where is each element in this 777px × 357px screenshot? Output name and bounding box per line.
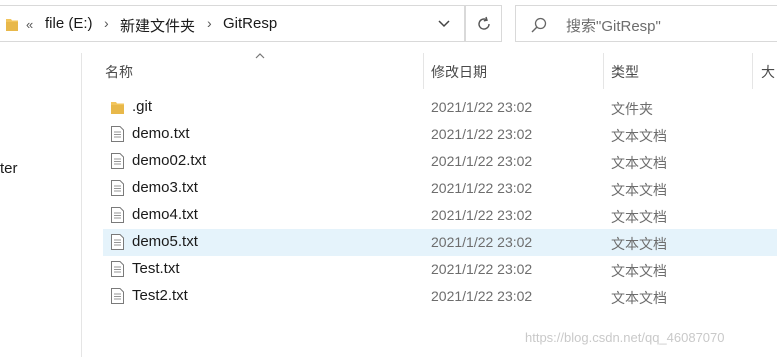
file-date: 2021/1/22 23:02	[431, 261, 533, 277]
file-row[interactable]: Test2.txt 2021/1/22 23:02 文本文档	[103, 283, 777, 310]
file-name: .git	[132, 98, 153, 115]
breadcrumb-new-folder[interactable]: 新建文件夹	[120, 15, 195, 36]
folder-icon	[6, 19, 18, 31]
file-date: 2021/1/22 23:02	[431, 207, 533, 223]
text-file-icon	[111, 288, 124, 304]
file-date: 2021/1/22 23:02	[431, 180, 533, 196]
file-name: Test2.txt	[132, 287, 188, 304]
breadcrumb-current-folder[interactable]: GitResp	[223, 15, 277, 32]
search-placeholder: 搜索"GitResp"	[566, 18, 661, 35]
column-header-size-label: 大	[761, 64, 775, 80]
refresh-button[interactable]	[465, 5, 502, 42]
file-date: 2021/1/22 23:02	[431, 99, 533, 115]
chevron-down-icon[interactable]	[438, 19, 450, 29]
file-name: demo5.txt	[132, 233, 198, 250]
column-header-type-label: 类型	[611, 64, 639, 80]
file-type: 文本文档	[611, 236, 667, 252]
file-row[interactable]: demo3.txt 2021/1/22 23:02 文本文档	[103, 175, 777, 202]
chevron-right-icon[interactable]: ›	[104, 15, 109, 31]
column-header-name-label: 名称	[105, 64, 133, 80]
file-row[interactable]: demo02.txt 2021/1/22 23:02 文本文档	[103, 148, 777, 175]
search-input[interactable]: 搜索"GitResp"	[515, 5, 777, 42]
file-row[interactable]: demo4.txt 2021/1/22 23:02 文本文档	[103, 202, 777, 229]
file-name: Test.txt	[132, 260, 180, 277]
address-bar[interactable]: « file (E:) › 新建文件夹 › GitResp	[0, 5, 465, 42]
file-row[interactable]: Test.txt 2021/1/22 23:02 文本文档	[103, 256, 777, 283]
column-header-name[interactable]: 名称	[103, 53, 423, 89]
file-type: 文件夹	[611, 101, 653, 117]
text-file-icon	[111, 234, 124, 250]
file-row[interactable]: demo.txt 2021/1/22 23:02 文本文档	[103, 121, 777, 148]
column-header-type[interactable]: 类型	[604, 53, 752, 89]
text-file-icon	[111, 180, 124, 196]
file-name: demo.txt	[132, 125, 190, 142]
text-file-icon	[111, 126, 124, 142]
column-header-date-label: 修改日期	[431, 64, 487, 80]
file-date: 2021/1/22 23:02	[431, 288, 533, 304]
breadcrumb-drive[interactable]: file (E:)	[45, 15, 93, 32]
folder-icon	[111, 102, 124, 114]
file-type: 文本文档	[611, 155, 667, 171]
file-type: 文本文档	[611, 209, 667, 225]
file-name: demo4.txt	[132, 206, 198, 223]
chevron-right-icon[interactable]: ›	[207, 15, 212, 31]
navigation-pane[interactable]: ter	[0, 53, 82, 357]
text-file-icon	[111, 261, 124, 277]
column-header-size[interactable]: 大	[753, 53, 777, 89]
file-name: demo3.txt	[132, 179, 198, 196]
refresh-icon	[477, 16, 490, 30]
file-date: 2021/1/22 23:02	[431, 126, 533, 142]
file-date: 2021/1/22 23:02	[431, 153, 533, 169]
text-file-icon	[111, 153, 124, 169]
file-name: demo02.txt	[132, 152, 207, 169]
nav-item-partial[interactable]: ter	[0, 160, 18, 177]
file-date: 2021/1/22 23:02	[431, 234, 533, 250]
breadcrumb-overflow-icon[interactable]: «	[26, 17, 33, 32]
text-file-icon	[111, 207, 124, 223]
file-type: 文本文档	[611, 263, 667, 279]
search-icon	[531, 17, 547, 33]
file-row[interactable]: .git 2021/1/22 23:02 文件夹	[103, 94, 777, 121]
file-type: 文本文档	[611, 128, 667, 144]
file-type: 文本文档	[611, 290, 667, 306]
file-list: .git 2021/1/22 23:02 文件夹 demo.txt 2021/1/22 …	[103, 94, 777, 310]
file-row[interactable]: demo5.txt 2021/1/22 23:02 文本文档	[103, 229, 777, 256]
column-header-date-modified[interactable]: 修改日期	[424, 53, 604, 89]
file-type: 文本文档	[611, 182, 667, 198]
watermark: https://blog.csdn.net/qq_46087070	[525, 330, 725, 345]
